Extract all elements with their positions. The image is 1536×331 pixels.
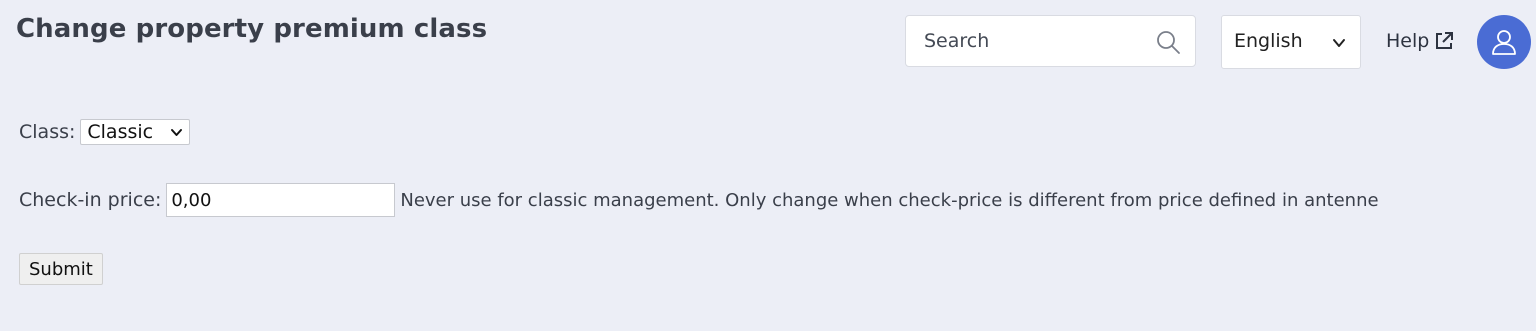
external-link-icon: [1436, 32, 1454, 49]
search-box[interactable]: [905, 15, 1196, 67]
class-row: Class: Classic: [19, 119, 191, 145]
checkin-price-row: Check-in price: Never use for classic ma…: [19, 183, 1379, 217]
search-icon[interactable]: [1155, 29, 1181, 55]
help-link[interactable]: Help: [1386, 30, 1455, 52]
page-title: Change property premium class: [16, 14, 488, 44]
user-avatar-button[interactable]: [1477, 15, 1531, 69]
user-icon: [1492, 30, 1516, 55]
class-label: Class:: [19, 121, 76, 143]
search-input[interactable]: [906, 16, 1146, 66]
help-label: Help: [1386, 30, 1430, 52]
chevron-down-icon: [1333, 39, 1345, 47]
page: Change property premium class English He…: [0, 0, 1536, 331]
class-select-value: Classic: [87, 121, 154, 143]
chevron-down-icon: [171, 129, 183, 136]
checkin-price-label: Check-in price:: [19, 189, 162, 211]
class-select[interactable]: Classic: [80, 119, 191, 145]
checkin-price-input[interactable]: [166, 183, 396, 217]
language-select[interactable]: English: [1221, 15, 1361, 69]
checkin-price-hint: Never use for classic management. Only c…: [400, 189, 1379, 211]
submit-button[interactable]: Submit: [19, 253, 103, 285]
language-select-value: English: [1234, 30, 1303, 52]
